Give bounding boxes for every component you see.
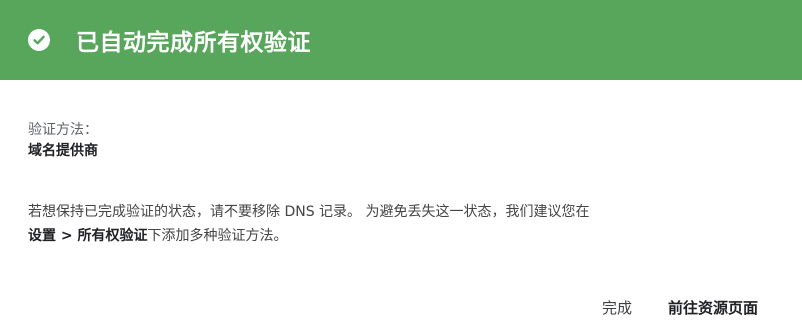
info-text-part1: 若想保持已完成验证的状态，请不要移除 DNS 记录。 为避免丢失这一状态，我们建… xyxy=(28,204,590,220)
info-text: 若想保持已完成验证的状态，请不要移除 DNS 记录。 为避免丢失这一状态，我们建… xyxy=(28,200,774,248)
check-circle-icon xyxy=(28,29,50,51)
dialog-header: 已自动完成所有权验证 xyxy=(0,0,802,80)
settings-path: 设置 > 所有权验证 xyxy=(28,228,148,244)
verification-dialog: 已自动完成所有权验证 验证方法： 域名提供商 若想保持已完成验证的状态，请不要移… xyxy=(0,0,802,332)
done-button[interactable]: 完成 xyxy=(594,291,640,324)
method-label: 验证方法： xyxy=(28,122,98,138)
goto-property-button[interactable]: 前往资源页面 xyxy=(660,291,766,324)
dialog-title: 已自动完成所有权验证 xyxy=(76,30,311,56)
dialog-content: 验证方法： 域名提供商 若想保持已完成验证的状态，请不要移除 DNS 记录。 为… xyxy=(0,80,802,248)
info-text-part2: 下添加多种验证方法。 xyxy=(147,228,288,244)
method-value: 域名提供商 xyxy=(28,143,98,159)
dialog-actions: 完成 前往资源页面 xyxy=(594,291,766,324)
